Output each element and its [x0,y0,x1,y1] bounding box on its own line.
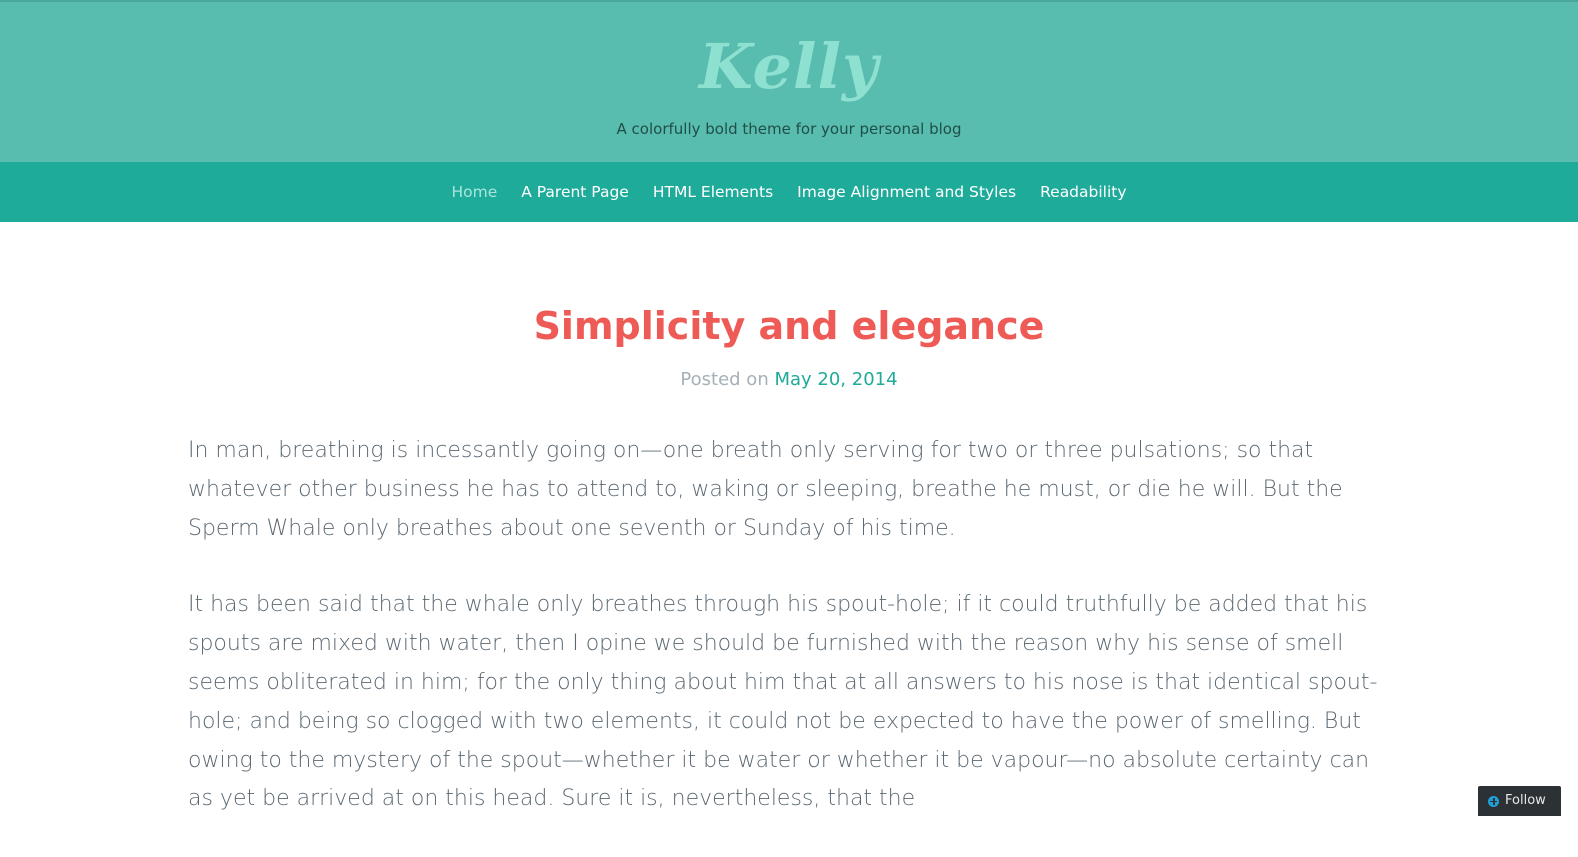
nav-item-image-alignment[interactable]: Image Alignment and Styles [797,183,1016,201]
nav-item-home[interactable]: Home [451,183,497,201]
post-meta: Posted on May 20, 2014 [0,366,1578,394]
post-title[interactable]: Simplicity and elegance [0,298,1578,354]
main-navigation: Home A Parent Page HTML Elements Image A… [0,162,1578,222]
nav-item-readability[interactable]: Readability [1040,183,1126,201]
post-content: In man, breathing is incessantly going o… [188,432,1386,857]
post-paragraph: In man, breathing is incessantly going o… [188,438,1343,541]
nav-item-a-parent-page[interactable]: A Parent Page [521,183,629,201]
site-title[interactable]: Kelly [0,22,1578,112]
follow-label: Follow [1505,793,1546,808]
site-tagline: A colorfully bold theme for your persona… [616,120,962,138]
nav-item-html-elements[interactable]: HTML Elements [653,183,773,201]
post-paragraph: It has been said that the whale only bre… [188,592,1378,812]
post-date-link[interactable]: May 20, 2014 [774,369,897,390]
nav-list: Home A Parent Page HTML Elements Image A… [451,162,1126,222]
posted-on-label: Posted on [680,369,769,390]
site-header: Kelly A colorfully bold theme for your p… [0,0,1578,162]
plus-circle-icon [1488,795,1499,807]
follow-button[interactable]: Follow [1478,786,1561,816]
